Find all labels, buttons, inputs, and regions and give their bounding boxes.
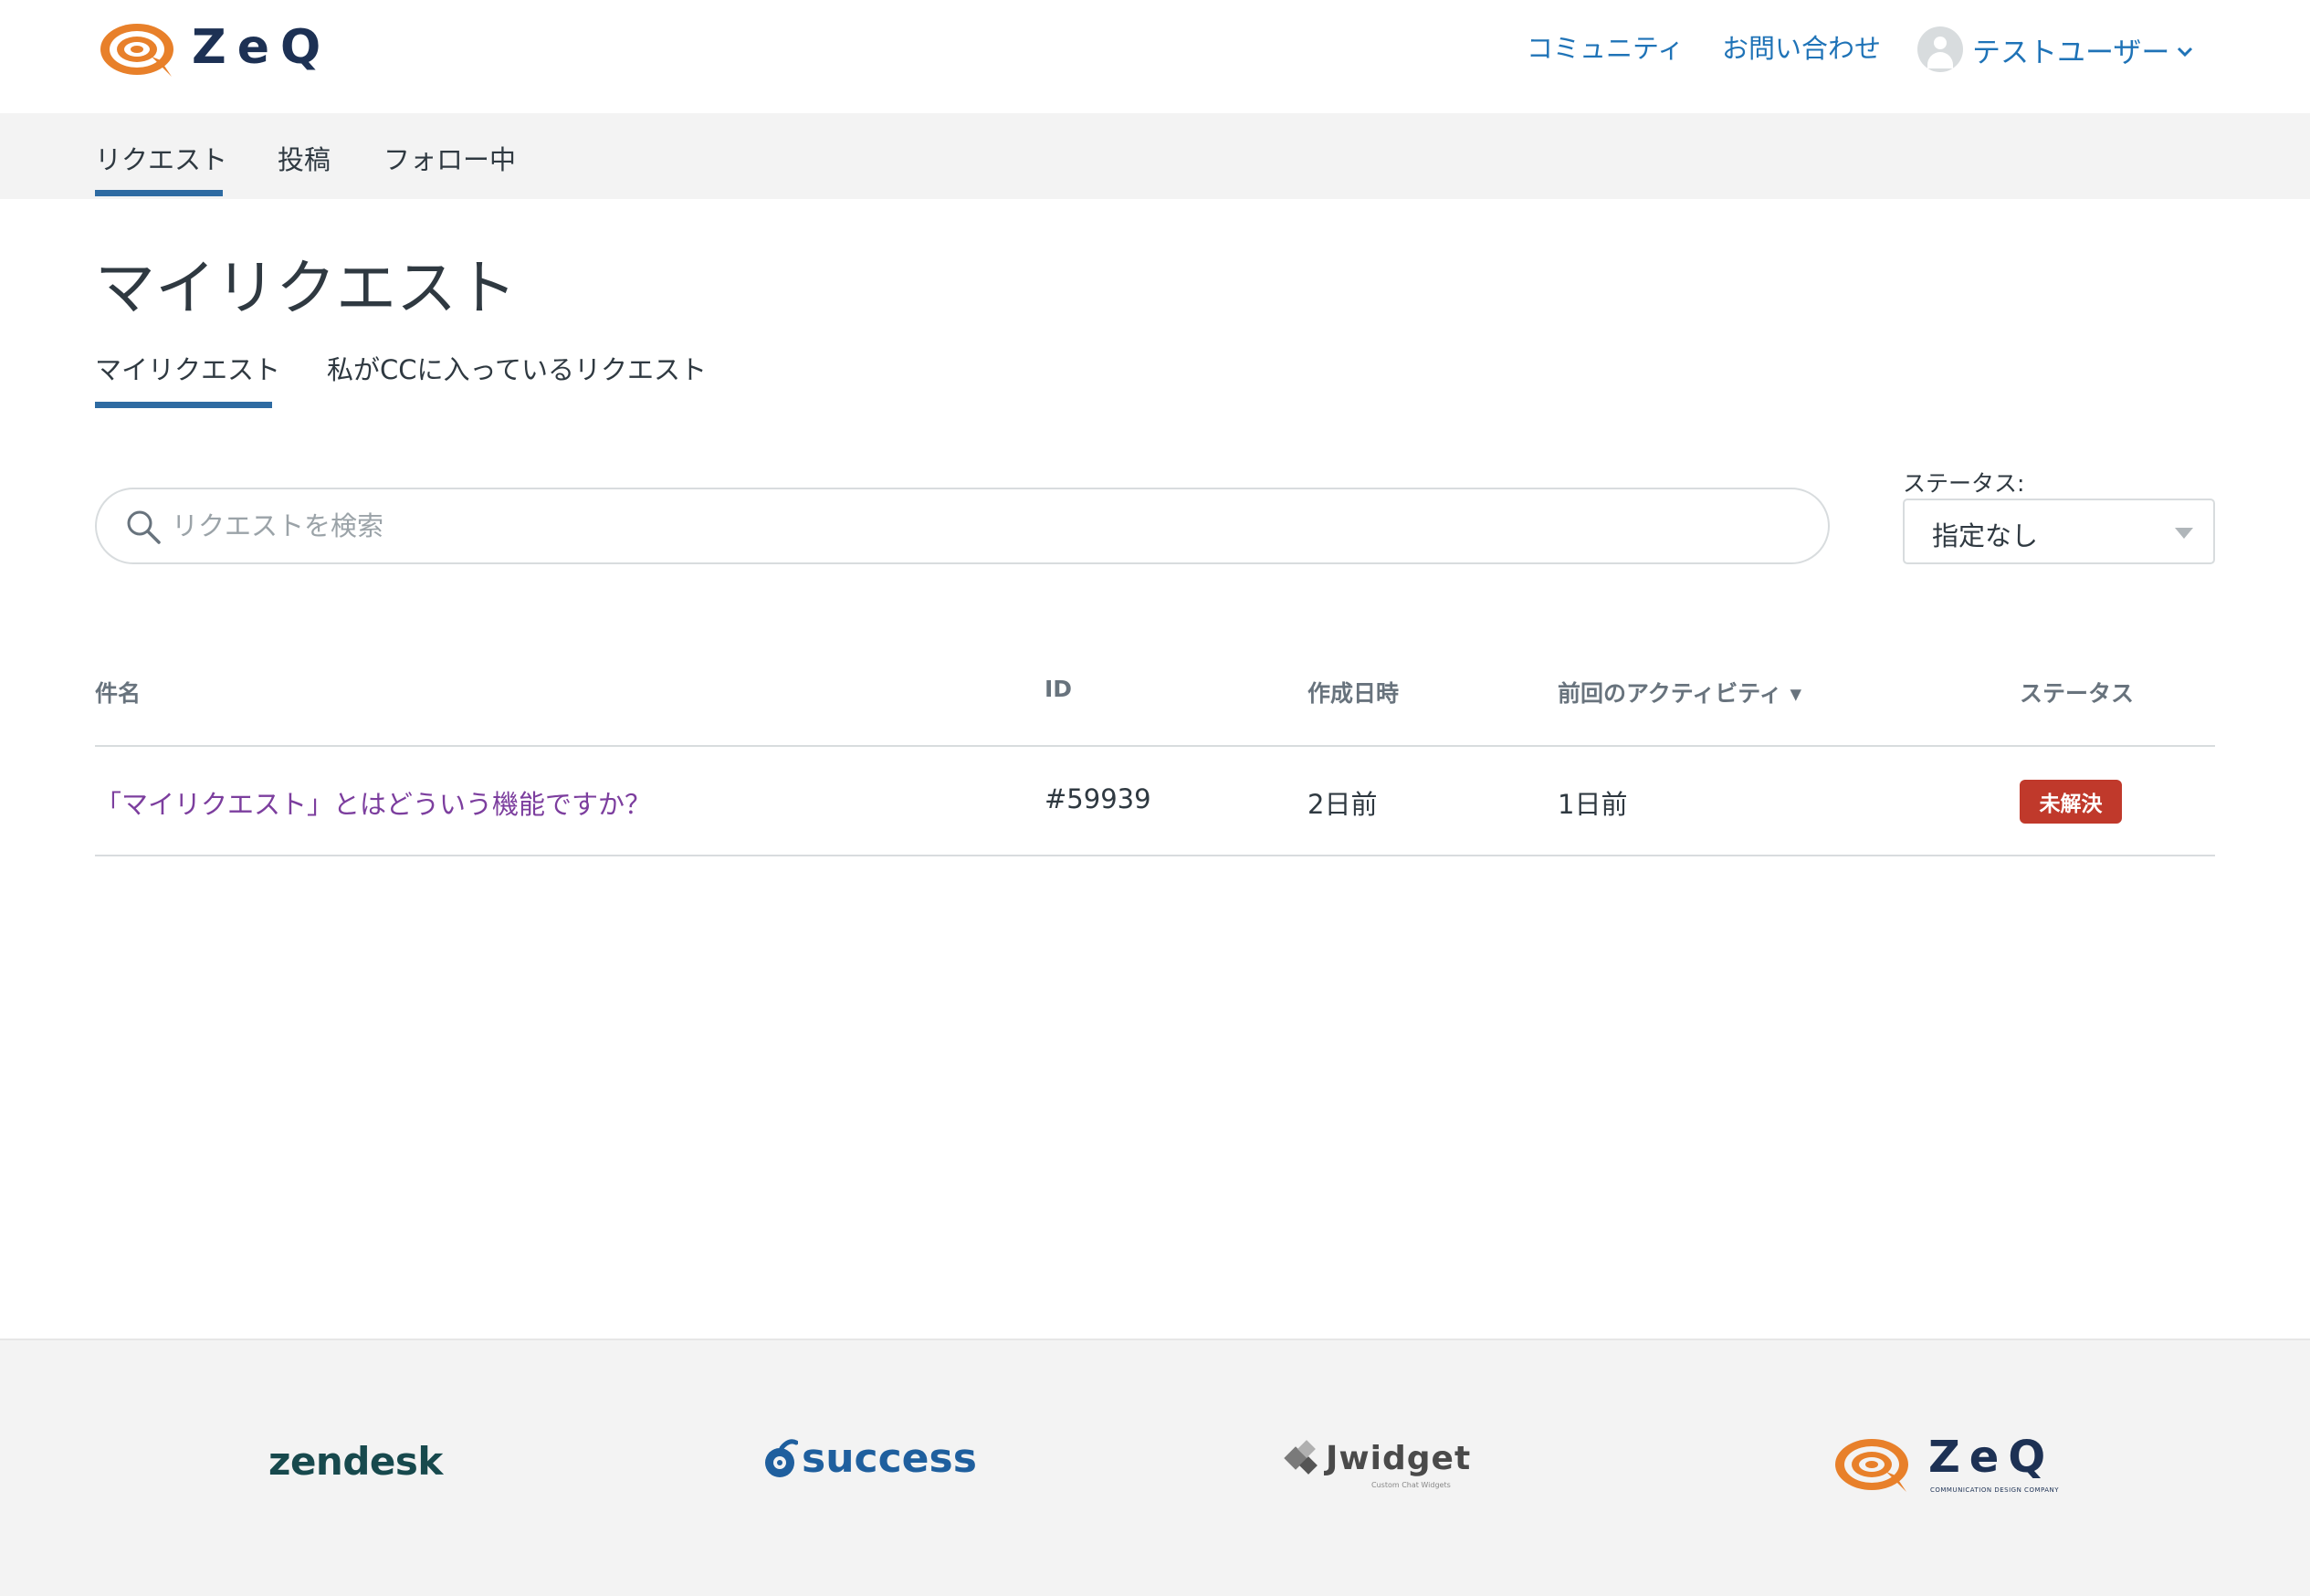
subnav-item-posts[interactable]: 投稿 [278, 139, 331, 177]
avatar [1917, 26, 1963, 72]
jwidget-tagline: Custom Chat Widgets [1371, 1481, 1451, 1489]
zeq-footer-tagline: COMMUNICATION DESIGN COMPANY [1930, 1486, 2060, 1494]
search-input[interactable] [172, 502, 1797, 550]
column-header-subject: 件名 [95, 680, 142, 707]
chevron-down-icon [2178, 47, 2193, 58]
success-logo[interactable]: success [761, 1435, 977, 1482]
logo-text: ZeQ [192, 20, 332, 75]
sub-navigation: リクエスト 投稿 フォロー中 [0, 113, 2310, 199]
zeq-footer-logo-text: ZeQ [1928, 1432, 2055, 1483]
tab-cc-requests[interactable]: 私がCCに入っているリクエスト [327, 349, 707, 387]
column-header-created: 作成日時 [1307, 680, 1400, 707]
column-header-id: ID [1045, 676, 1073, 702]
subnav-active-indicator [95, 190, 223, 196]
zeq-logo[interactable]: ZeQ [97, 16, 320, 82]
request-subject-link[interactable]: 「マイリクエスト」とはどういう機能ですか？ [95, 783, 651, 822]
nav-contact-link[interactable]: お問い合わせ [1722, 27, 1881, 66]
status-filter-select[interactable]: 指定なし [1903, 499, 2215, 564]
site-footer: zendesk success Jwidget Custom Chat Widg… [0, 1339, 2310, 1596]
column-header-last-activity[interactable]: 前回のアクティビティ ▾ [1558, 676, 1801, 709]
column-header-status: ステータス [2020, 680, 2135, 707]
success-logo-text: success [802, 1435, 977, 1482]
user-name: テストユーザー [1972, 36, 2170, 69]
table-row-divider [95, 855, 2215, 856]
nav-community-link[interactable]: コミュニティ [1527, 27, 1684, 66]
status-filter-value: 指定なし [1932, 520, 2039, 551]
request-id: #59939 [1045, 783, 1151, 814]
status-badge: 未解決 [2020, 780, 2122, 824]
table-header-divider [95, 745, 2215, 747]
status-filter-label: ステータス: [1903, 470, 2025, 497]
jwidget-logo[interactable]: Jwidget Custom Chat Widgets [1284, 1437, 1472, 1489]
request-created: 2日前 [1307, 789, 1378, 820]
zeq-logo-mark-icon [100, 24, 173, 77]
page-title: マイリクエスト [95, 253, 517, 323]
search-icon [127, 510, 161, 544]
caret-down-icon [2175, 528, 2193, 539]
zeq-footer-logo-mark-icon [1835, 1439, 1908, 1492]
jwidget-logo-text: Jwidget [1326, 1439, 1472, 1477]
tab-my-requests[interactable]: マイリクエスト [95, 349, 280, 387]
subnav-item-requests[interactable]: リクエスト [95, 139, 227, 177]
tab-active-indicator [95, 402, 272, 408]
jwidget-logo-mark-icon [1284, 1440, 1318, 1475]
zendesk-logo[interactable]: zendesk [268, 1439, 443, 1484]
site-header: ZeQ コミュニティ お問い合わせ テストユーザー [0, 0, 2310, 113]
search-box [95, 488, 1830, 564]
request-last-activity: 1日前 [1558, 789, 1628, 820]
zeq-footer-logo[interactable]: ZeQ COMMUNICATION DESIGN COMPANY [1832, 1432, 2059, 1505]
success-logo-mark-icon [765, 1438, 798, 1477]
subnav-item-following[interactable]: フォロー中 [383, 139, 516, 177]
user-menu[interactable]: テストユーザー [1917, 26, 2193, 73]
